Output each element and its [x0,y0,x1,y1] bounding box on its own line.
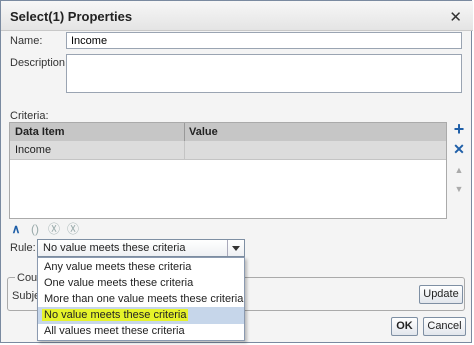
move-up-icon[interactable]: ▲ [452,163,466,177]
description-label: Description: [10,57,69,69]
group-icon[interactable]: () [28,222,42,236]
criteria-label: Criteria: [10,110,49,122]
option-label: More than one value meets these criteria [44,293,244,305]
table-row[interactable]: Income [10,141,446,160]
dialog-title: Select(1) Properties [10,9,133,24]
and-operator-icon[interactable]: ∧ [9,222,23,236]
name-input[interactable] [66,32,462,49]
rule-option-any[interactable]: Any value meets these criteria [38,259,244,276]
title-bar: Select(1) Properties ✕ [1,1,473,31]
option-label: No value meets these criteria [42,309,189,321]
cell-data-item: Income [15,144,52,156]
column-header-data-item[interactable]: Data Item [15,126,65,138]
move-down-icon[interactable]: ▼ [452,182,466,196]
cancel-button[interactable]: Cancel [423,317,466,336]
ok-button[interactable]: OK [391,317,418,336]
criteria-table-header: Data Item Value [10,123,446,142]
rule-dropdown-list: Any value meets these criteria One value… [37,257,245,341]
option-label: All values meet these criteria [44,325,185,337]
column-divider [184,123,185,141]
add-icon[interactable]: + [452,120,466,138]
properties-dialog: Select(1) Properties ✕ Name: Description… [0,0,473,343]
column-header-value[interactable]: Value [189,126,218,138]
count-group-legend: Cou [15,272,40,284]
negate-icon[interactable]: Ⓧ [66,222,80,236]
criteria-table: Data Item Value Income [9,122,447,219]
option-label: One value meets these criteria [44,277,194,289]
update-button[interactable]: Update [419,285,463,304]
chevron-down-icon [232,246,240,251]
description-input[interactable] [66,54,462,93]
rule-select[interactable]: No value meets these criteria [37,239,245,257]
subject-label: Subje [12,290,41,302]
close-icon[interactable]: ✕ [449,8,462,26]
rule-option-all[interactable]: All values meet these criteria [38,323,244,340]
dropdown-button[interactable] [227,240,244,256]
rule-label: Rule: [10,242,36,254]
ungroup-icon[interactable]: Ⓧ [47,222,61,236]
rule-option-no-value[interactable]: No value meets these criteria [38,307,244,324]
delete-icon[interactable]: ✕ [452,142,466,156]
rule-option-more-than-one[interactable]: More than one value meets these criteria [38,291,244,308]
name-label: Name: [10,35,43,47]
option-label: Any value meets these criteria [44,261,192,273]
rule-selected-value: No value meets these criteria [43,242,186,254]
rule-option-one[interactable]: One value meets these criteria [38,275,244,292]
column-divider [184,141,185,160]
